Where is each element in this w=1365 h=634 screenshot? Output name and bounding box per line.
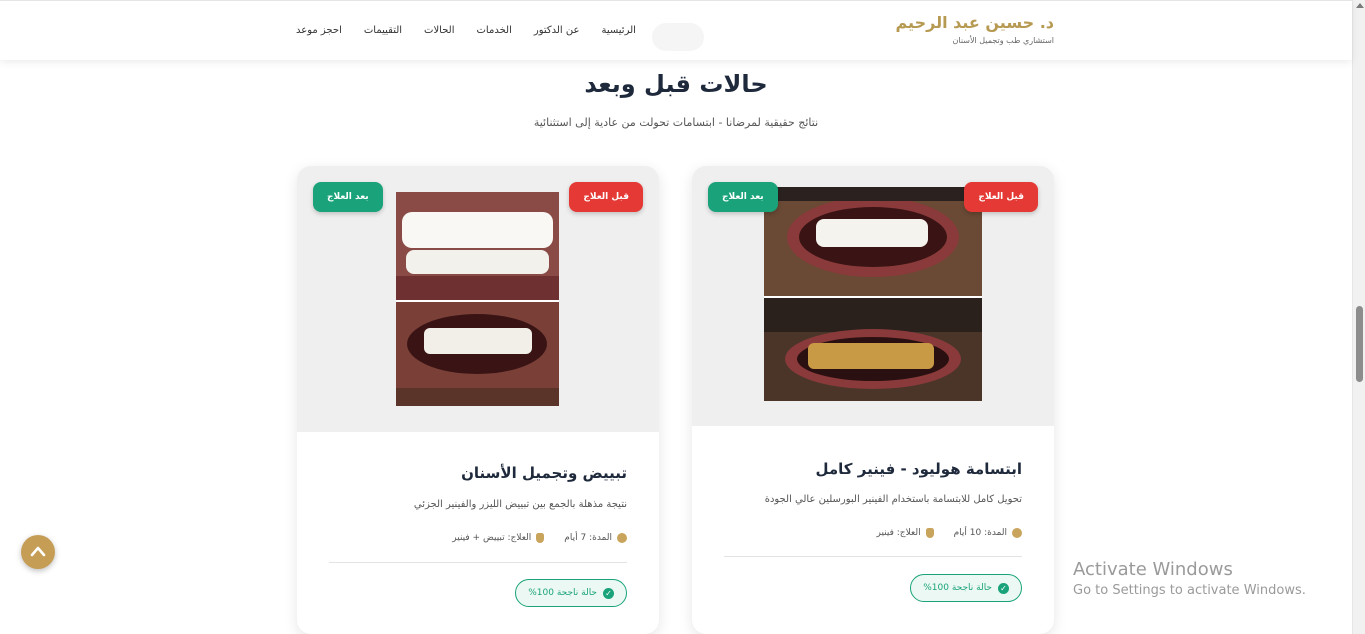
case-duration: المدة: 10 أيام (954, 528, 1022, 538)
case-duration: المدة: 7 أيام (564, 533, 627, 543)
case-title: تبييض وتجميل الأسنان (461, 464, 627, 482)
after-badge: بعد العلاج (313, 182, 383, 212)
case-treatment-text: العلاج: فينير (876, 528, 921, 538)
before-after-photo[interactable] (396, 192, 559, 406)
site-header: د. حسين عبد الرحيم استشاري طب وتجميل الأ… (0, 0, 1352, 60)
scrollbar-thumb[interactable] (1356, 306, 1363, 382)
nav-item-cases[interactable]: الحالات (424, 25, 454, 36)
windows-activation-watermark: Activate Windows Go to Settings to activ… (1073, 559, 1306, 598)
nav-item-about[interactable]: عن الدكتور (534, 25, 580, 36)
brand-tagline: استشاري طب وتجميل الأسنان (952, 36, 1054, 45)
after-badge: بعد العلاج (708, 182, 778, 212)
card-divider (329, 562, 627, 563)
before-badge: قبل العلاج (964, 182, 1038, 212)
case-treatment: العلاج: فينير (877, 528, 934, 538)
success-badge-text: حالة ناجحة 100% (923, 583, 992, 593)
success-badge: ✓ حالة ناجحة 100% (910, 574, 1022, 602)
case-description: تحويل كامل للابتسامة باستخدام الفينير ال… (764, 494, 1022, 505)
case-card: قبل العلاج بعد العلاج تبييض وتجميل الأسن… (297, 166, 659, 634)
nav-item-home[interactable]: الرئيسية (601, 25, 635, 36)
main-nav: الرئيسية عن الدكتور الخدمات الحالات التق… (296, 25, 636, 36)
check-circle-icon: ✓ (998, 582, 1009, 594)
case-treatment-text: العلاج: تبييض + فينير (452, 533, 532, 543)
page-scrollbar[interactable] (1352, 0, 1365, 634)
tooth-icon (925, 528, 934, 538)
section-title: حالات قبل وبعد (584, 70, 768, 98)
nav-highlight (652, 23, 704, 51)
watermark-line-2: Go to Settings to activate Windows. (1073, 583, 1306, 598)
case-meta: المدة: 10 أيام العلاج: فينير (857, 528, 1022, 538)
case-title: ابتسامة هوليود - فينير كامل (815, 460, 1022, 478)
tooth-icon (536, 533, 545, 543)
case-meta: المدة: 7 أيام العلاج: تبييض + فينير (432, 533, 627, 543)
before-badge: قبل العلاج (569, 182, 643, 212)
brand-name: د. حسين عبد الرحيم (895, 13, 1055, 32)
scroll-to-top-button[interactable] (21, 535, 55, 569)
clock-icon (1012, 528, 1022, 538)
section-subtitle: نتائج حقيقية لمرضانا - ابتسامات تحولت من… (533, 116, 819, 129)
watermark-line-1: Activate Windows (1073, 559, 1233, 580)
case-description: نتيجة مذهلة بالجمع بين تبييض الليزر والف… (413, 499, 627, 510)
clock-icon (617, 533, 627, 543)
before-after-photo[interactable] (764, 187, 982, 401)
nav-item-book[interactable]: احجز موعد (296, 25, 342, 36)
nav-item-services[interactable]: الخدمات (477, 25, 512, 36)
nav-item-reviews[interactable]: التقييمات (364, 25, 402, 36)
photo-graphic (396, 192, 559, 406)
card-divider (724, 556, 1022, 557)
brand[interactable]: د. حسين عبد الرحيم استشاري طب وتجميل الأ… (896, 13, 1055, 45)
case-card: قبل العلاج بعد العلاج ابتسامة هوليود - ف… (692, 166, 1054, 634)
success-badge-text: حالة ناجحة 100% (528, 588, 597, 598)
photo-graphic (764, 187, 982, 401)
case-treatment: العلاج: تبييض + فينير (452, 533, 545, 543)
success-badge: ✓ حالة ناجحة 100% (515, 579, 627, 607)
case-duration-text: المدة: 10 أيام (953, 528, 1007, 538)
case-duration-text: المدة: 7 أيام (564, 533, 612, 543)
check-circle-icon: ✓ (603, 587, 614, 599)
scroll-up-arrow-icon[interactable] (1356, 3, 1364, 8)
chevron-up-icon (30, 546, 46, 557)
